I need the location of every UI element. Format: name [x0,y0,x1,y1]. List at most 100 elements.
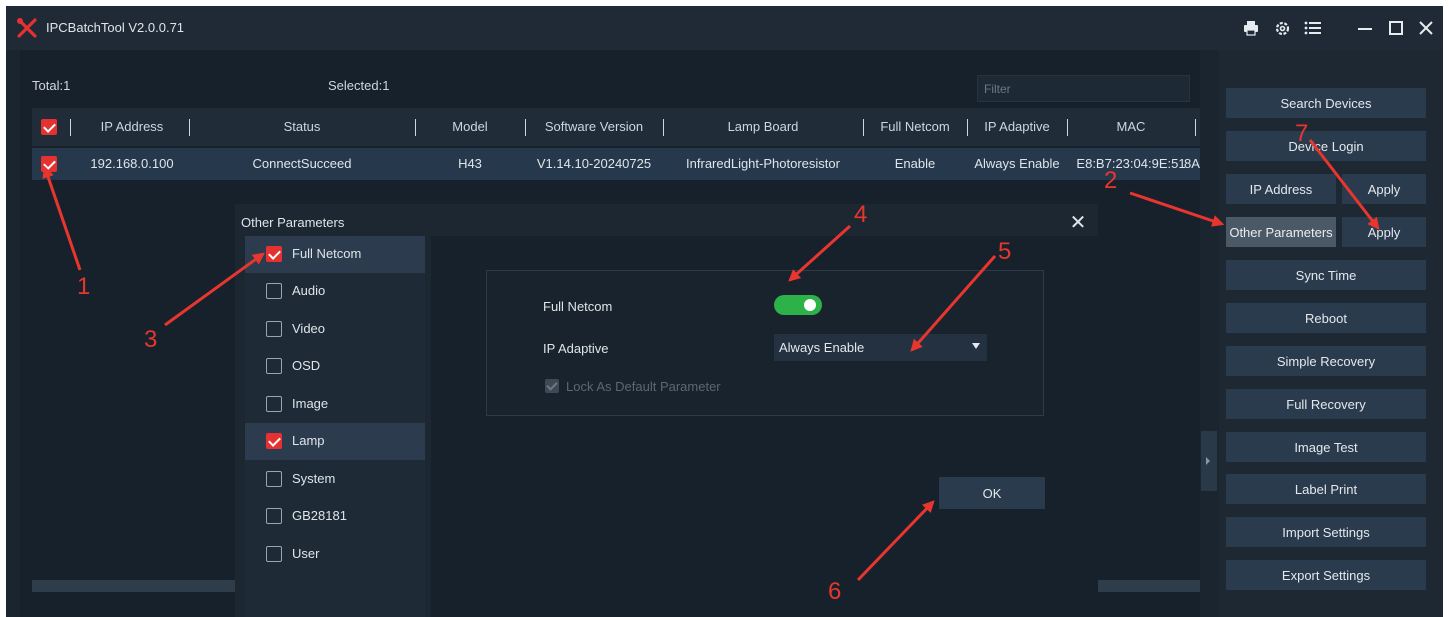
nav-checkbox[interactable] [266,546,282,562]
nav-item-user[interactable]: User [245,536,425,573]
other-parameters-button[interactable]: Other Parameters [1226,217,1336,247]
settings-icon[interactable] [1270,16,1294,40]
close-icon[interactable] [1414,16,1438,40]
filter-input[interactable] [977,75,1190,102]
full-netcom-label: Full Netcom [543,299,613,314]
maximize-icon[interactable] [1384,16,1408,40]
label-print-button[interactable]: Label Print [1226,474,1426,504]
select-all-checkbox[interactable] [41,119,57,135]
nav-label: User [292,546,320,561]
row-checkbox[interactable] [41,156,57,172]
total-count: Total:1 [32,78,71,93]
cell-mac: E8:B7:23:04:9E:51 [1076,156,1186,171]
nav-item-osd[interactable]: OSD [245,348,425,385]
nav-item-system[interactable]: System [245,461,425,498]
nav-item-audio[interactable]: Audio [245,273,425,310]
ok-button[interactable]: OK [939,477,1045,509]
nav-label: System [292,471,336,486]
nav-checkbox[interactable] [266,396,282,412]
nav-label: Audio [292,283,326,298]
ip-adaptive-label: IP Adaptive [543,341,609,356]
nav-label: Full Netcom [292,246,362,261]
device-login-button[interactable]: Device Login [1226,131,1426,161]
annotation-number-6: 6 [828,578,842,605]
cell-ip-adaptive: Always Enable [974,156,1060,171]
table-header: IP Address Status Model Software Version… [32,108,1200,146]
annotation-number-3: 3 [144,326,158,353]
full-netcom-toggle[interactable] [774,295,822,315]
nav-checkbox[interactable] [266,246,282,262]
app-window: IPCBatchTool V2.0.0.71 Total:1 Selected:… [6,6,1443,617]
cell-model: H43 [458,156,482,171]
panel-collapse-handle[interactable] [1201,431,1217,491]
nav-checkbox[interactable] [266,358,282,374]
image-test-button[interactable]: Image Test [1226,432,1426,462]
nav-label: OSD [292,358,321,373]
cell-status: ConnectSucceed [252,156,352,171]
annotation-number-7: 7 [1295,120,1309,147]
column-lamp-board[interactable]: Lamp Board [663,108,863,146]
ip-adaptive-value: Always Enable [779,340,865,355]
nav-label: GB28181 [292,508,347,523]
cell-full-netcom: Enable [894,156,936,171]
full-recovery-button[interactable]: Full Recovery [1226,389,1426,419]
cell-overflow: 8A [1184,156,1200,171]
nav-item-image[interactable]: Image [245,386,425,423]
cell-lamp-board: InfraredLight-Photoresistor [686,156,840,171]
ip-address-button[interactable]: IP Address [1226,174,1336,204]
nav-checkbox[interactable] [266,321,282,337]
annotation-number-5: 5 [998,238,1012,265]
column-model[interactable]: Model [415,108,525,146]
nav-label: Image [292,396,329,411]
nav-item-video[interactable]: Video [245,311,425,348]
nav-checkbox[interactable] [266,471,282,487]
minimize-icon[interactable] [1353,16,1377,40]
command-panel: Search Devices Device Login IP Address A… [1219,50,1443,617]
dialog-title: Other Parameters [241,215,345,230]
annotation-number-1: 1 [77,273,91,300]
cell-software-version: V1.14.10-20240725 [536,156,652,171]
column-separator [1195,119,1196,136]
sync-time-button[interactable]: Sync Time [1226,260,1426,290]
search-devices-button[interactable]: Search Devices [1226,88,1426,118]
nav-checkbox[interactable] [266,433,282,449]
dialog-close-icon[interactable]: ✕ [1067,212,1089,234]
other-parameters-apply-button[interactable]: Apply [1342,217,1426,247]
annotation-number-4: 4 [854,201,868,228]
menu-list-icon[interactable] [1301,16,1325,40]
nav-checkbox[interactable] [266,283,282,299]
nav-label: Video [292,321,326,336]
export-settings-button[interactable]: Export Settings [1226,560,1426,590]
ip-adaptive-select[interactable]: Always Enable [774,334,987,361]
column-full-netcom[interactable]: Full Netcom [863,108,967,146]
table-row[interactable]: 192.168.0.100 ConnectSucceed H43 V1.14.1… [32,148,1200,180]
other-parameters-dialog: Other Parameters ✕ Full Netcom Audio Vid… [235,204,1098,617]
lock-default-checkbox [545,379,559,393]
summary-row: Total:1 Selected:1 [20,62,1200,102]
selected-count: Selected:1 [328,78,390,93]
title-bar: IPCBatchTool V2.0.0.71 [6,6,1443,50]
column-ip-address[interactable]: IP Address [76,108,188,146]
nav-item-full-netcom[interactable]: Full Netcom [245,236,425,273]
printer-icon[interactable] [1239,16,1263,40]
parameter-content-panel: Full Netcom IP Adaptive Always Enable Lo… [431,236,1098,617]
column-separator [70,119,71,136]
column-software-version[interactable]: Software Version [525,108,663,146]
column-status[interactable]: Status [189,108,415,146]
ip-address-apply-button[interactable]: Apply [1342,174,1426,204]
lock-default-label: Lock As Default Parameter [566,379,721,394]
import-settings-button[interactable]: Import Settings [1226,517,1426,547]
column-mac[interactable]: MAC [1067,108,1195,146]
caret-down-icon [972,343,980,349]
column-ip-adaptive[interactable]: IP Adaptive [967,108,1067,146]
nav-label: Lamp [292,433,325,448]
cell-ip-address: 192.168.0.100 [90,156,174,171]
tools-logo-icon [17,18,37,38]
nav-item-gb28181[interactable]: GB28181 [245,498,425,535]
reboot-button[interactable]: Reboot [1226,303,1426,333]
app-title: IPCBatchTool V2.0.0.71 [46,20,185,35]
nav-item-lamp[interactable]: Lamp [245,423,425,460]
parameter-category-list: Full Netcom Audio Video OSD Image Lamp S… [245,236,425,617]
simple-recovery-button[interactable]: Simple Recovery [1226,346,1426,376]
nav-checkbox[interactable] [266,508,282,524]
